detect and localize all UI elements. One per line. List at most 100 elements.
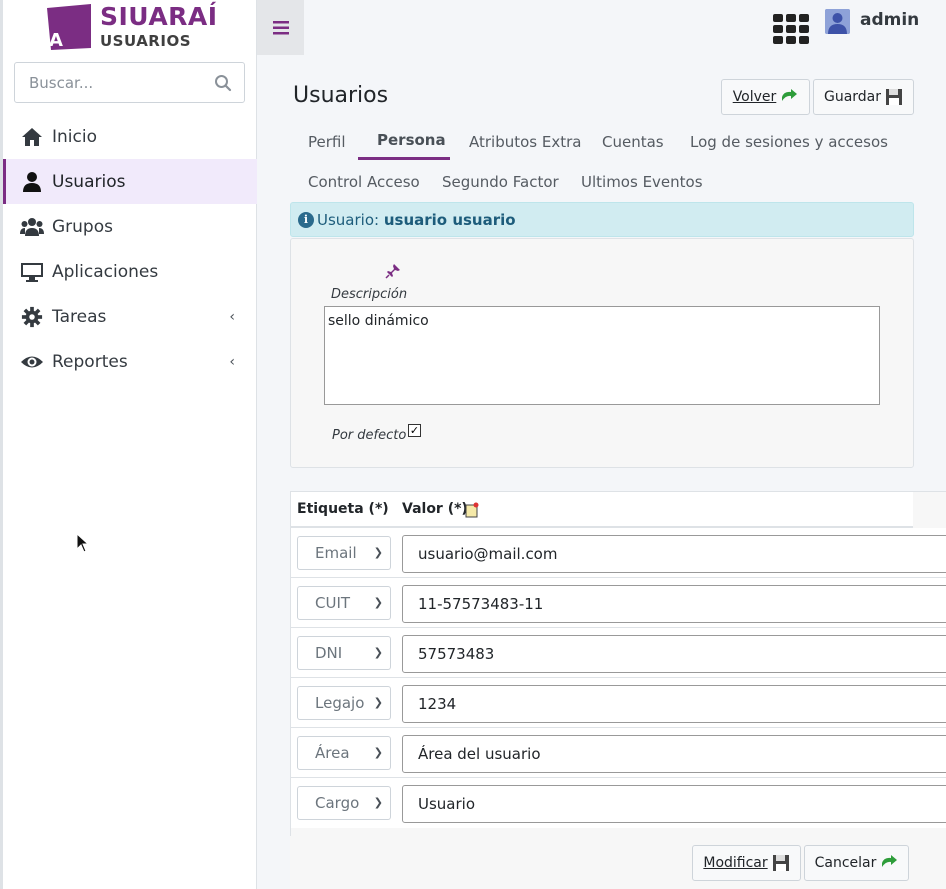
tab-atributos-extra[interactable]: Atributos Extra <box>469 133 581 151</box>
cancel-button-label: Cancelar <box>814 855 877 871</box>
mouse-cursor-icon <box>76 533 90 553</box>
chevron-left-icon: ‹ <box>229 308 235 325</box>
attribute-row: Cargo ❯ Usuario <box>291 778 946 828</box>
sidebar-item-label: Reportes <box>52 351 128 372</box>
back-button-label: Volver <box>732 89 777 105</box>
home-icon <box>22 127 42 146</box>
add-note-icon[interactable] <box>465 502 479 518</box>
attribute-value-input[interactable]: Usuario <box>402 785 946 823</box>
attribute-value-input[interactable]: Área del usuario <box>402 735 946 773</box>
attribute-label-value: CUIT <box>315 594 351 612</box>
chevron-down-icon: ❯ <box>373 746 383 759</box>
attribute-label-value: Área <box>315 744 350 762</box>
column-header-value: Valor (*) <box>402 501 468 517</box>
attribute-label-value: Legajo <box>315 694 365 712</box>
user-icon <box>23 171 41 192</box>
modify-button-label: Modificar <box>703 855 768 871</box>
attribute-label-select[interactable]: Área ❯ <box>297 736 391 770</box>
sidebar-item-reportes[interactable]: Reportes ‹ <box>3 339 257 384</box>
page-title: Usuarios <box>293 83 389 108</box>
chevron-down-icon: ❯ <box>373 546 383 559</box>
attribute-label-value: DNI <box>315 644 343 662</box>
eye-icon <box>21 356 43 367</box>
sidebar-item-label: Usuarios <box>52 171 126 192</box>
attribute-row: Área ❯ Área del usuario <box>291 728 946 778</box>
cancel-button[interactable]: Cancelar <box>804 845 909 881</box>
sidebar-item-tareas[interactable]: Tareas ‹ <box>3 294 257 339</box>
attribute-label-select[interactable]: DNI ❯ <box>297 636 391 670</box>
sidebar-item-usuarios[interactable]: Usuarios <box>3 159 257 204</box>
sidebar-item-label: Inicio <box>52 126 97 147</box>
sidebar-item-label: Grupos <box>52 216 113 237</box>
back-arrow-icon <box>882 855 898 867</box>
sidebar-item-grupos[interactable]: Grupos <box>3 204 257 249</box>
attribute-value-input[interactable]: 1234 <box>402 685 946 723</box>
attribute-row: Legajo ❯ 1234 <box>291 678 946 728</box>
attribute-row: Email ❯ usuario@mail.com <box>291 528 946 578</box>
back-button[interactable]: Volver <box>721 79 810 115</box>
attribute-label-select[interactable]: Email ❯ <box>297 536 391 570</box>
info-icon: i <box>298 212 314 228</box>
user-info-alert: i Usuario: usuario usuario <box>290 202 914 237</box>
attributes-panel: Etiqueta (*) Valor (*) Email ❯ usuario@ma… <box>290 491 946 889</box>
active-tab-indicator <box>358 157 450 160</box>
attribute-row: CUIT ❯ 11-57573483-11 <box>291 578 946 628</box>
logo-letter: A <box>49 30 63 50</box>
sidebar: A SIUARAÍ USUARIOS Inicio Usuarios <box>0 0 257 889</box>
chevron-down-icon: ❯ <box>373 796 383 809</box>
sidebar-item-label: Aplicaciones <box>52 261 159 282</box>
app-subtitle: USUARIOS <box>100 32 191 50</box>
attribute-value-input[interactable]: usuario@mail.com <box>402 535 946 573</box>
save-button[interactable]: Guardar <box>813 79 914 115</box>
description-label: Descripción <box>331 287 408 302</box>
tab-perfil[interactable]: Perfil <box>308 133 346 151</box>
tab-persona[interactable]: Persona <box>377 131 446 149</box>
apps-grid-icon[interactable] <box>773 14 809 44</box>
tab-ultimos-eventos[interactable]: Ultimos Eventos <box>581 173 703 191</box>
user-info-name: usuario usuario <box>383 211 516 229</box>
chevron-down-icon: ❯ <box>373 696 383 709</box>
sidebar-item-label: Tareas <box>52 306 107 327</box>
attributes-header: Etiqueta (*) Valor (*) <box>291 492 913 528</box>
default-checkbox[interactable]: ✓ <box>408 424 421 437</box>
username[interactable]: admin <box>860 10 919 30</box>
back-arrow-icon <box>782 89 798 101</box>
tab-control-acceso[interactable]: Control Acceso <box>308 173 420 191</box>
default-label: Por defecto <box>332 428 407 443</box>
logo-mark: A <box>47 4 91 50</box>
sidebar-item-inicio[interactable]: Inicio <box>3 114 257 159</box>
tab-log-sesiones[interactable]: Log de sesiones y accesos <box>690 133 888 151</box>
hamburger-icon <box>272 20 289 34</box>
desktop-icon <box>21 262 43 282</box>
attribute-label-select[interactable]: Cargo ❯ <box>297 786 391 820</box>
topbar: admin <box>257 0 946 55</box>
chevron-left-icon: ‹ <box>229 353 235 370</box>
attribute-value-input[interactable]: 57573483 <box>402 635 946 673</box>
attribute-value-input[interactable]: 11-57573483-11 <box>402 585 946 623</box>
sidebar-toggle-button[interactable] <box>257 0 304 55</box>
attribute-label-select[interactable]: CUIT ❯ <box>297 586 391 620</box>
tab-cuentas[interactable]: Cuentas <box>602 133 664 151</box>
chevron-down-icon: ❯ <box>373 596 383 609</box>
sidebar-search <box>14 62 245 103</box>
users-icon <box>20 217 44 236</box>
floppy-disk-icon <box>772 855 789 871</box>
column-header-label: Etiqueta (*) <box>297 501 389 517</box>
app-logo[interactable]: A SIUARAÍ USUARIOS <box>45 2 225 52</box>
sidebar-item-aplicaciones[interactable]: Aplicaciones <box>3 249 257 294</box>
description-textarea[interactable]: sello dinámico <box>324 306 880 405</box>
search-input[interactable] <box>15 63 205 102</box>
save-button-label: Guardar <box>823 89 882 105</box>
pin-icon[interactable] <box>385 263 401 279</box>
search-icon[interactable] <box>214 74 232 92</box>
app-brand: SIUARAÍ <box>100 2 218 31</box>
gear-icon <box>21 306 43 327</box>
attribute-label-value: Cargo <box>315 794 360 812</box>
attribute-label-value: Email <box>315 544 357 562</box>
attribute-label-select[interactable]: Legajo ❯ <box>297 686 391 720</box>
user-info-text: Usuario: usuario usuario <box>317 211 516 229</box>
modify-button[interactable]: Modificar <box>692 845 801 881</box>
avatar[interactable] <box>825 9 850 34</box>
tab-segundo-factor[interactable]: Segundo Factor <box>442 173 559 191</box>
chevron-down-icon: ❯ <box>373 646 383 659</box>
